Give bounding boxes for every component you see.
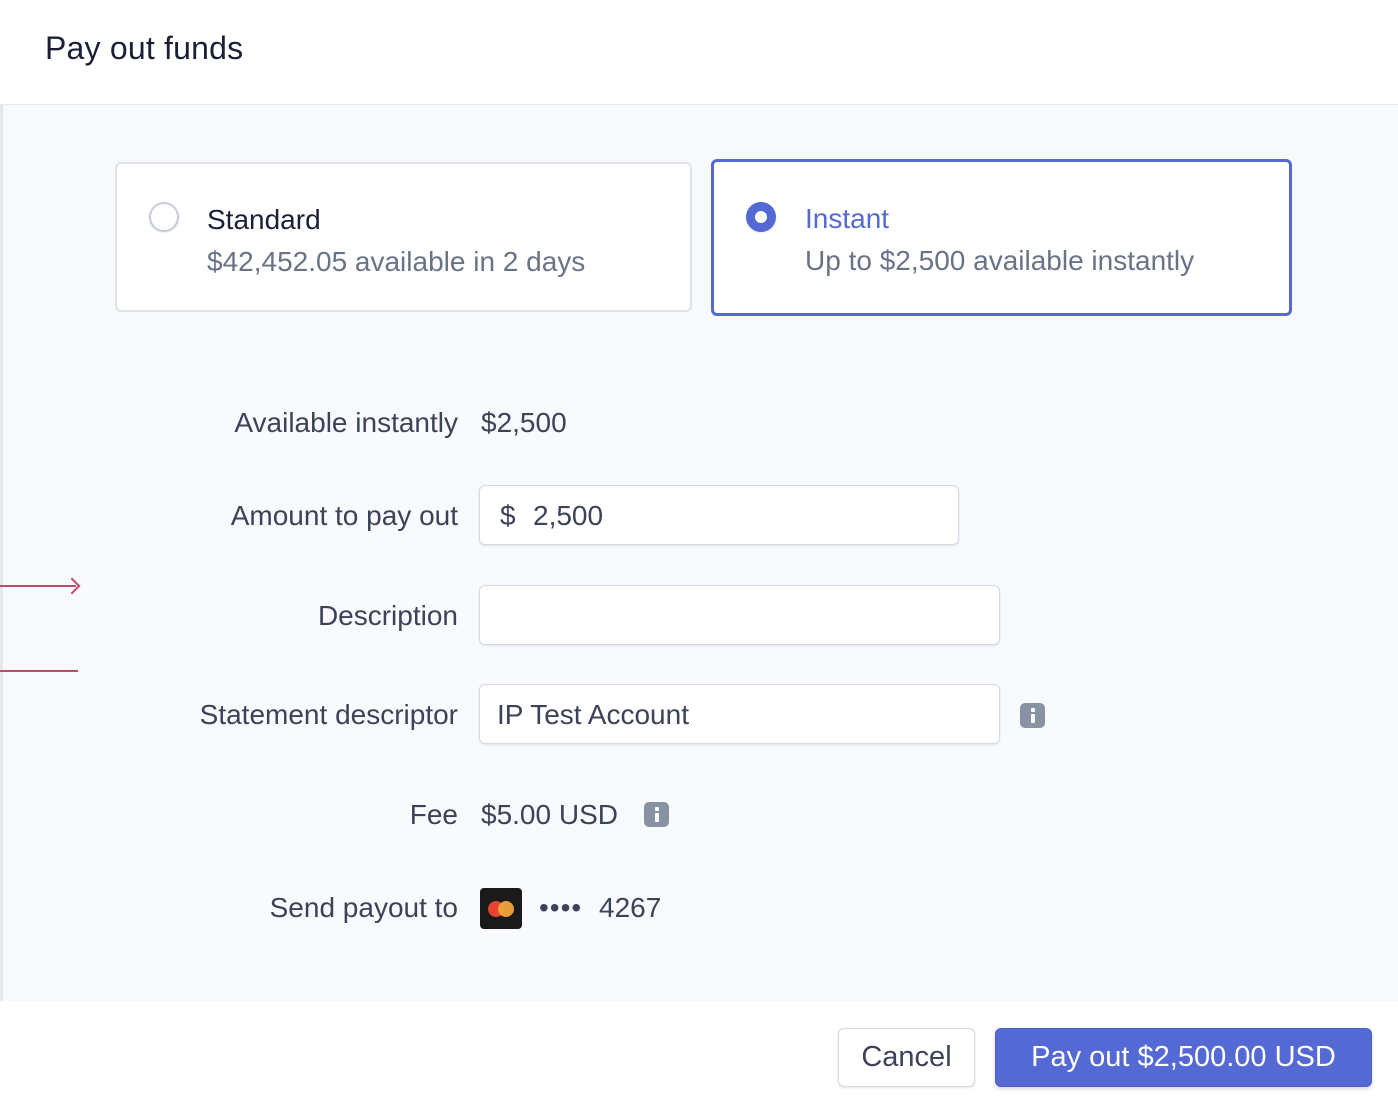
statement-descriptor-input[interactable]: IP Test Account xyxy=(479,684,1000,744)
statement-value: IP Test Account xyxy=(497,699,689,730)
fee-label: Fee xyxy=(409,799,458,830)
mastercard-orange-circle xyxy=(498,901,514,917)
amount-input[interactable]: $ 2,500 xyxy=(479,485,959,545)
radio-selected-icon[interactable] xyxy=(746,202,776,232)
fee-value: $5.00 USD xyxy=(481,799,618,830)
dialog-title: Pay out funds xyxy=(45,30,244,66)
option-standard-title: Standard xyxy=(207,204,321,235)
description-label: Description xyxy=(317,600,458,631)
option-instant-subtitle: Up to $2,500 available instantly xyxy=(805,245,1195,276)
radio-unselected-icon[interactable] xyxy=(149,202,179,232)
statement-label: Statement descriptor xyxy=(199,699,458,730)
card-dots: •••• xyxy=(539,892,583,923)
option-instant-title: Instant xyxy=(805,203,890,234)
dialog-header: Pay out funds xyxy=(0,0,1398,104)
amount-value: 2,500 xyxy=(533,500,604,531)
annotation-arrow-head xyxy=(63,577,81,595)
option-standard-subtitle: $42,452.05 available in 2 days xyxy=(207,246,586,277)
info-icon[interactable] xyxy=(644,802,669,827)
info-icon[interactable] xyxy=(1020,703,1045,728)
pay-out-button[interactable]: Pay out $2,500.00 USD xyxy=(995,1028,1372,1087)
amount-currency: $ xyxy=(500,500,516,531)
card-last4: 4267 xyxy=(599,892,662,923)
destination-label: Send payout to xyxy=(269,892,458,923)
description-input[interactable] xyxy=(479,585,1000,645)
payout-option-standard[interactable]: Standard $42,452.05 available in 2 days xyxy=(115,162,692,312)
payout-option-instant[interactable]: Instant Up to $2,500 available instantly xyxy=(711,159,1292,316)
payout-form-panel xyxy=(80,384,1325,968)
available-value: $2,500 xyxy=(481,407,567,438)
dialog-left-border xyxy=(0,0,3,1102)
amount-label: Amount to pay out xyxy=(230,500,458,531)
cancel-button[interactable]: Cancel xyxy=(838,1028,975,1087)
available-label: Available instantly xyxy=(234,407,458,438)
mastercard-icon xyxy=(480,888,522,929)
annotation-line xyxy=(0,670,78,672)
